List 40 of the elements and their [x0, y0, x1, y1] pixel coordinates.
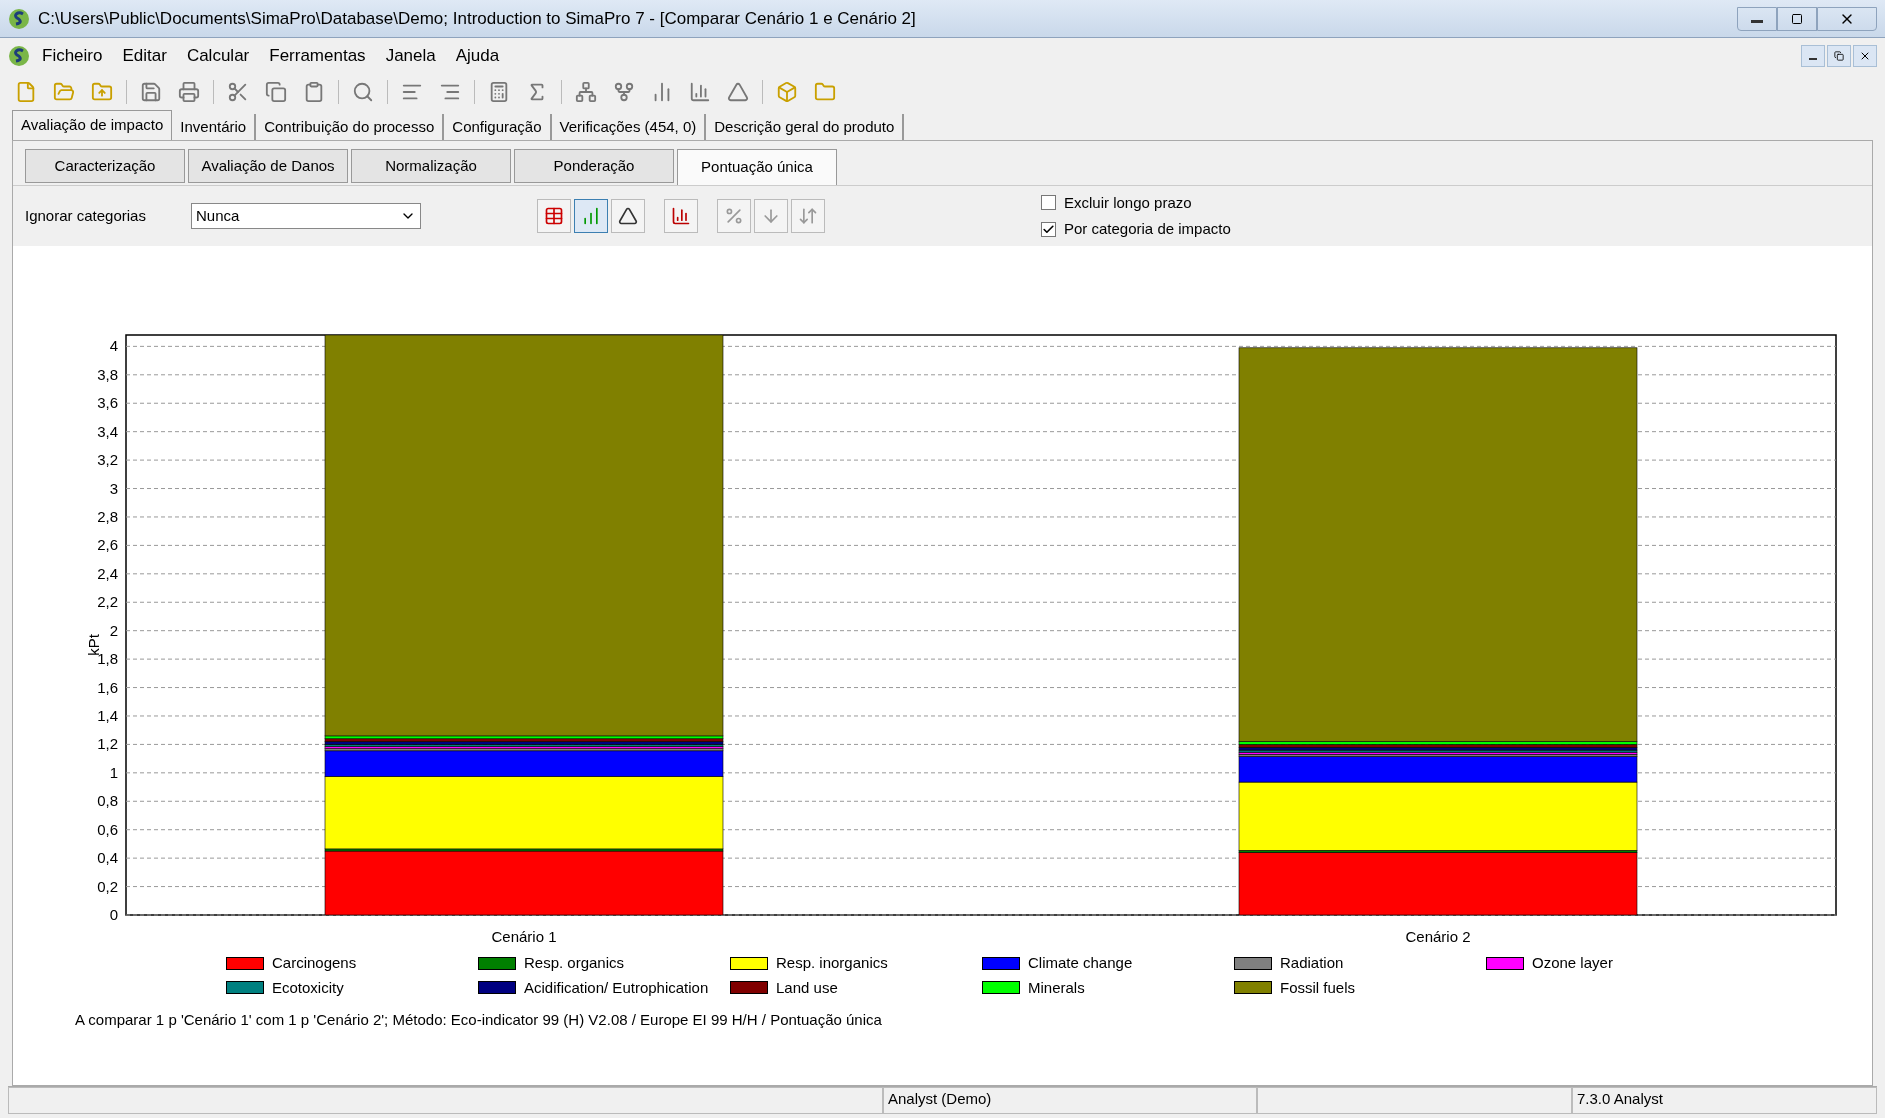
y-tick-label: 1,6	[97, 678, 118, 696]
y-tick-label: 2,4	[97, 564, 118, 582]
legend-label: Minerals	[1028, 977, 1085, 998]
y-tick-label: 2	[109, 621, 118, 639]
status-text: 7.3.0 Analyst	[1572, 1087, 1877, 1114]
y-tick-label: 3,4	[97, 422, 118, 440]
y-tick-label: 1	[109, 763, 118, 781]
y-tick-label: 3,2	[97, 451, 118, 469]
legend-label: Climate change	[1028, 953, 1133, 973]
y-tick-label: 0	[109, 906, 118, 923]
y-tick-label: 2,2	[97, 593, 118, 611]
y-tick-label: 1,4	[97, 707, 118, 724]
y-tick-label: 0,2	[97, 877, 118, 895]
y-tick-label: 2,8	[97, 507, 118, 525]
x-category-label: Cenário 2	[1405, 928, 1471, 945]
y-tick-label: 0,8	[97, 792, 118, 810]
method-caption: A comparar 1 p 'Cenário 1' com 1 p 'Cenário 2'; Método: Eco-indicator 99 (H) V2.08 / Europe EI 99 H/H / Pontuação única	[74, 1010, 883, 1030]
legend-label: Radiation	[1280, 953, 1344, 973]
y-tick-label: 4	[109, 337, 118, 355]
ignore-categories-label: Ignorar categorias	[25, 205, 147, 226]
legend-label: Acidification/ Eutrophication	[524, 977, 709, 998]
legend-label: Ecotoxicity	[272, 977, 344, 998]
checkbox-label: Por categoria de impacto	[1064, 219, 1231, 239]
y-tick-label: 0,6	[97, 820, 118, 838]
x-category-label: Cenário 1	[491, 928, 557, 945]
window-title: C:\Users\Public\Documents\SimaPro\Database\Demo; Introduction to SimaPro 7 - [Comparar Cenário 1 e Cenário 2]	[38, 7, 916, 30]
legend-label: Land use	[776, 977, 838, 998]
legend-label: Resp. organics	[524, 953, 625, 973]
y-tick-label: 0,4	[97, 849, 118, 867]
legend-label: Fossil fuels	[1280, 977, 1356, 998]
y-tick-label: 3,6	[97, 394, 118, 412]
y-tick-label: 1,2	[97, 735, 118, 753]
legend-label: Carcinogens	[272, 953, 357, 973]
status-text: Analyst (Demo)	[883, 1087, 1257, 1114]
legend-label: Resp. inorganics	[776, 953, 888, 973]
y-tick-label: 3,8	[97, 365, 118, 383]
legend-label: Ozone layer	[1532, 953, 1613, 973]
checkbox-label: Excluir longo prazo	[1064, 192, 1192, 213]
y-tick-label: 2,6	[97, 536, 118, 554]
y-tick-label: 3	[109, 479, 118, 497]
